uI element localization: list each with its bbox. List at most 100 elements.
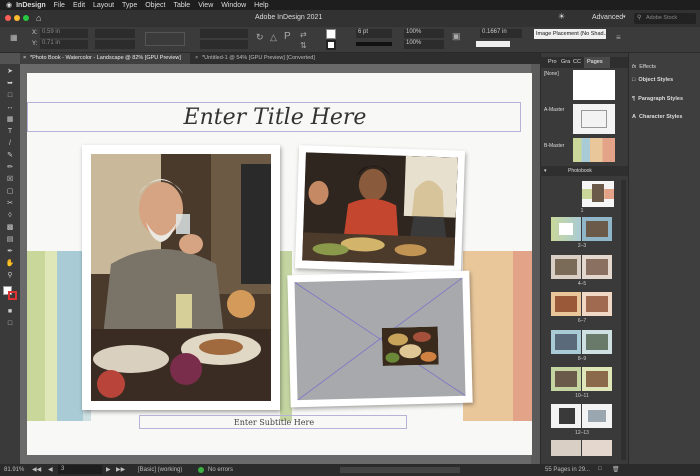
- corner-style-selector[interactable]: [476, 41, 510, 47]
- eyedropper-tool-icon[interactable]: ✒: [5, 248, 15, 256]
- flip-horizontal-icon[interactable]: ⇄: [300, 30, 307, 39]
- tab-graphics[interactable]: Gra: [561, 59, 570, 65]
- menu-layout[interactable]: Layout: [93, 2, 114, 9]
- stroke-weight-field[interactable]: 6 pt: [356, 29, 392, 38]
- stroke-swatch[interactable]: [326, 40, 336, 50]
- none-master-thumb[interactable]: [573, 70, 615, 100]
- menu-help[interactable]: Help: [254, 2, 268, 9]
- reference-point-icon[interactable]: ▦: [10, 33, 22, 45]
- scale-x-field[interactable]: [200, 29, 248, 38]
- zoom-window-button[interactable]: [23, 15, 29, 21]
- menu-table[interactable]: Table: [173, 2, 190, 9]
- empty-image-frame[interactable]: [287, 270, 473, 408]
- app-menu[interactable]: InDesign: [16, 2, 46, 9]
- fitting-icon[interactable]: ▣: [452, 31, 461, 42]
- section-chevron-icon[interactable]: ▾: [544, 168, 547, 174]
- close-window-button[interactable]: [5, 15, 11, 21]
- gradient-tool-icon[interactable]: ▩: [5, 224, 15, 232]
- next-page-icon[interactable]: ▶: [106, 466, 111, 473]
- first-page-icon[interactable]: ◀◀: [32, 466, 41, 473]
- photo-table-feast[interactable]: [381, 326, 439, 366]
- menu-view[interactable]: View: [198, 2, 213, 9]
- a-master-thumb[interactable]: [573, 104, 615, 134]
- photo-frame-top-right[interactable]: [294, 145, 466, 274]
- fill-swatch[interactable]: [326, 29, 336, 39]
- page-spread[interactable]: Enter Title Here Enter Subtitle Here: [27, 73, 532, 455]
- stroke-type-selector[interactable]: [356, 42, 392, 46]
- hand-tool-icon[interactable]: ✋: [5, 260, 15, 268]
- apple-icon[interactable]: ◉: [6, 1, 12, 9]
- subtitle-text-frame[interactable]: Enter Subtitle Here: [139, 415, 407, 429]
- object-style-dropdown[interactable]: Image Placement (No Shad...: [534, 29, 606, 39]
- pen-p-icon[interactable]: P: [284, 31, 291, 42]
- tab-untitled[interactable]: × *Untitled-1 @ 54% [GPU Preview] [Conve…: [192, 53, 332, 64]
- previous-page-icon[interactable]: ◀: [48, 466, 53, 473]
- title-text-frame[interactable]: Enter Title Here: [27, 102, 521, 132]
- new-page-icon[interactable]: □: [598, 466, 602, 472]
- delete-page-icon[interactable]: 🗑: [612, 466, 620, 473]
- rectangle-tool-icon[interactable]: ▢: [5, 188, 15, 196]
- stock-search-input[interactable]: ⚲ Adobe Stock: [634, 13, 696, 24]
- preflight-status-text[interactable]: No errors: [208, 467, 233, 473]
- b-master-thumb[interactable]: [573, 138, 615, 162]
- rectangle-frame-tool-icon[interactable]: ☒: [5, 176, 15, 184]
- stroke-color-icon[interactable]: [8, 291, 17, 300]
- zoom-tool-icon[interactable]: ⚲: [5, 272, 15, 280]
- apply-color-icon[interactable]: ■: [5, 308, 15, 316]
- opacity-field-b[interactable]: 100%: [404, 40, 444, 49]
- spread-thumb-10-11[interactable]: [549, 367, 615, 391]
- height-field[interactable]: [95, 40, 135, 49]
- spread-thumb-4-5[interactable]: [549, 255, 615, 279]
- rotate-icon[interactable]: ↻: [256, 32, 264, 43]
- page-thumb-1[interactable]: [582, 181, 614, 207]
- stroke-inset-field[interactable]: 0.1667 in: [480, 29, 522, 38]
- tab-cc-libraries[interactable]: CC: [573, 59, 581, 65]
- gap-tool-icon[interactable]: ↔: [5, 104, 15, 112]
- zoom-level-field[interactable]: 81.91%: [4, 467, 24, 473]
- tab-photo-book[interactable]: × *Photo Book - Watercolor - Landscape @…: [20, 53, 190, 64]
- x-position-field[interactable]: 0.59 in: [40, 29, 88, 38]
- photo-frame-left[interactable]: [82, 145, 280, 410]
- width-field[interactable]: [95, 29, 135, 38]
- effects-item[interactable]: fx Effects: [632, 64, 656, 70]
- menu-type[interactable]: Type: [122, 2, 137, 9]
- minimize-window-button[interactable]: [14, 15, 20, 21]
- y-position-field[interactable]: 0.71 in: [40, 40, 88, 49]
- pen-tool-icon[interactable]: ✎: [5, 152, 15, 160]
- free-transform-tool-icon[interactable]: ◊: [5, 212, 15, 220]
- spread-thumb-6-7[interactable]: [549, 292, 615, 316]
- type-tool-icon[interactable]: T: [5, 128, 15, 136]
- spread-thumb-2-3[interactable]: [549, 217, 615, 241]
- menu-file[interactable]: File: [54, 2, 65, 9]
- menu-object[interactable]: Object: [145, 2, 165, 9]
- direct-selection-tool-icon[interactable]: ➥: [5, 80, 15, 88]
- vertical-scrollbar[interactable]: [531, 64, 540, 464]
- paragraph-styles-item[interactable]: ¶ Paragraph Styles: [632, 96, 683, 102]
- pages-panel-scrollbar[interactable]: [621, 180, 626, 460]
- horizontal-scrollbar[interactable]: [340, 467, 460, 473]
- scale-y-field[interactable]: [200, 40, 248, 49]
- spread-thumb-8-9[interactable]: [549, 330, 615, 354]
- spread-thumb-14-15[interactable]: [549, 440, 615, 456]
- page-tool-icon[interactable]: □: [5, 92, 15, 100]
- spread-thumb-12-13[interactable]: [549, 404, 615, 428]
- menu-window[interactable]: Window: [221, 2, 246, 9]
- home-icon[interactable]: ⌂: [36, 13, 41, 23]
- character-styles-item[interactable]: A Character Styles: [632, 114, 682, 120]
- opacity-field-a[interactable]: 100%: [404, 29, 444, 38]
- photo-friends-dinner[interactable]: [302, 152, 458, 266]
- object-styles-item[interactable]: □ Object Styles: [632, 77, 673, 83]
- lightbulb-icon[interactable]: ☀: [558, 12, 565, 21]
- scale-fields[interactable]: [145, 32, 185, 46]
- note-tool-icon[interactable]: ▤: [5, 236, 15, 244]
- close-tab-icon[interactable]: ×: [23, 53, 26, 64]
- content-collector-icon[interactable]: ▦: [5, 116, 15, 124]
- view-mode-icon[interactable]: □: [5, 320, 15, 328]
- line-tool-icon[interactable]: /: [5, 140, 15, 148]
- selection-tool-icon[interactable]: ➤: [5, 68, 15, 76]
- workspace-switcher[interactable]: Advanced: [592, 14, 623, 21]
- flip-vertical-icon[interactable]: ⇅: [300, 41, 307, 50]
- preflight-profile[interactable]: [Basic] (working): [138, 467, 182, 473]
- page-number-field[interactable]: 3: [58, 465, 102, 474]
- close-tab-icon[interactable]: ×: [195, 53, 198, 64]
